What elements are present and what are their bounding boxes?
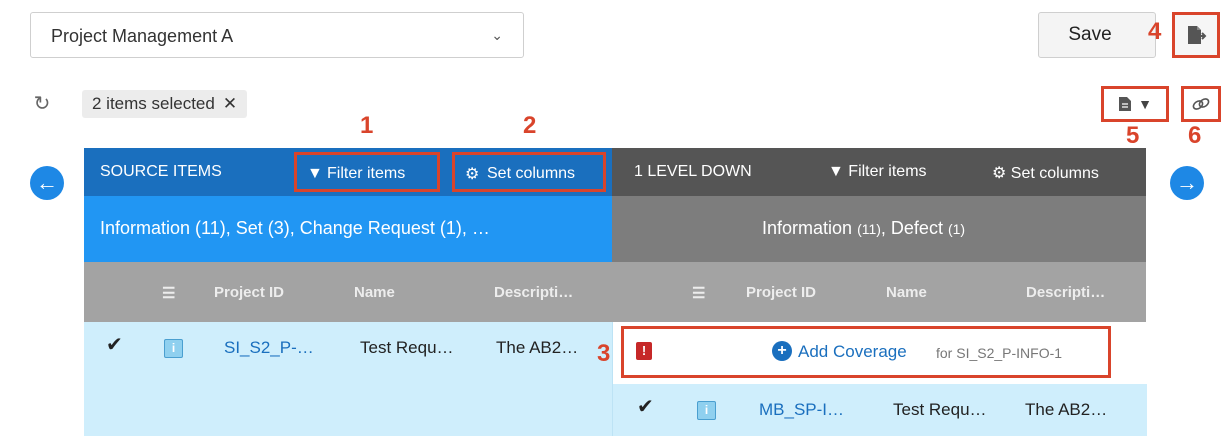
source-filter-label: Filter items <box>327 165 406 182</box>
add-coverage-link[interactable]: Add Coverage <box>798 342 907 362</box>
target-set-columns-label: Set columns <box>1010 165 1099 182</box>
table-row[interactable]: ✔ i MB_SP-I… Test Requ… The AB2… <box>613 384 1147 436</box>
source-filter-button[interactable]: ▼ Filter items <box>294 152 440 192</box>
previous-level-arrow-icon[interactable]: ← <box>30 166 64 200</box>
table-row[interactable]: ✔ i SI_S2_P-… Test Requ… The AB2… <box>84 322 612 374</box>
row-checkbox[interactable]: ✔ <box>637 397 655 417</box>
source-set-columns-button[interactable]: ⚙ Set columns <box>452 152 606 192</box>
callout-2: 2 <box>523 112 537 139</box>
plus-circle-icon: + <box>772 341 792 361</box>
source-summary-text: Information (11), Set (3), Change Reques… <box>100 218 490 238</box>
target-panel-header: 1 LEVEL DOWN ▼ Filter items ⚙ Set column… <box>612 148 1146 196</box>
warning-icon: ! <box>636 342 652 360</box>
target-summary-text: Information (11), Defect (1) <box>762 218 966 238</box>
refresh-icon[interactable]: ↻ <box>30 92 54 116</box>
callout-5: 5 <box>1126 122 1140 149</box>
target-type-summary: Information (11), Defect (1) <box>612 196 1146 262</box>
project-select[interactable]: Project Management A ⌄ <box>30 12 524 58</box>
export-button[interactable] <box>1172 12 1220 58</box>
source-set-columns-label: Set columns <box>487 165 576 182</box>
link-button[interactable] <box>1181 86 1221 122</box>
row-project-id[interactable]: SI_S2_P-… <box>224 338 314 358</box>
project-select-value: Project Management A <box>51 26 234 46</box>
link-icon <box>1192 98 1210 110</box>
row-name: Test Requ… <box>893 400 987 419</box>
clear-selection-icon[interactable]: ✕ <box>223 94 237 114</box>
target-set-columns-button[interactable]: ⚙ Set columns <box>992 163 1099 183</box>
column-description[interactable]: Descripti… <box>1026 284 1105 301</box>
target-column-header: ☰ Project ID Name Descripti… <box>612 262 1146 322</box>
target-filter-label: Filter items <box>848 163 927 180</box>
column-name[interactable]: Name <box>886 284 927 301</box>
row-description: The AB2… <box>496 338 579 357</box>
caret-down-icon: ▼ <box>1138 96 1152 112</box>
stack-icon: ☰ <box>692 285 706 302</box>
column-description[interactable]: Descripti… <box>494 284 573 301</box>
source-panel-header: SOURCE ITEMS ▼ Filter items ⚙ Set column… <box>84 148 612 196</box>
stack-icon: ☰ <box>162 285 176 302</box>
callout-1: 1 <box>360 112 374 139</box>
column-name[interactable]: Name <box>354 284 395 301</box>
filter-icon: ▼ <box>307 165 323 182</box>
next-level-arrow-icon[interactable]: → <box>1170 166 1204 200</box>
add-coverage-row[interactable]: ! + Add Coverage for SI_S2_P-INFO-1 <box>621 326 1111 378</box>
source-column-header: ☰ Project ID Name Descripti… <box>84 262 612 322</box>
selection-chip: 2 items selected ✕ <box>82 90 248 118</box>
row-project-id[interactable]: MB_SP-I… <box>759 400 844 420</box>
column-project-id[interactable]: Project ID <box>214 284 284 301</box>
gear-icon: ⚙ <box>465 166 480 183</box>
filter-icon: ▼ <box>828 163 844 180</box>
row-description: The AB2… <box>1025 400 1108 419</box>
information-item-icon: i <box>697 401 716 420</box>
document-icon <box>1119 97 1132 111</box>
column-project-id[interactable]: Project ID <box>746 284 816 301</box>
information-item-icon: i <box>164 339 183 358</box>
callout-6: 6 <box>1188 122 1202 149</box>
source-type-summary: Information (11), Set (3), Change Reques… <box>84 196 612 262</box>
callout-4: 4 <box>1148 18 1162 45</box>
gear-icon: ⚙ <box>992 165 1007 182</box>
row-name: Test Requ… <box>360 338 454 357</box>
source-panel-title: SOURCE ITEMS <box>100 163 222 180</box>
target-panel-title: 1 LEVEL DOWN <box>634 163 752 180</box>
target-filter-button[interactable]: ▼ Filter items <box>828 163 927 181</box>
view-options-button[interactable]: ▼ <box>1101 86 1169 122</box>
export-icon <box>1188 26 1207 44</box>
callout-3: 3 <box>597 340 611 367</box>
source-table-body: ✔ i SI_S2_P-… Test Requ… The AB2… <box>84 322 612 436</box>
save-button[interactable]: Save <box>1038 12 1156 58</box>
row-checkbox[interactable]: ✔ <box>106 335 124 355</box>
add-coverage-target: for SI_S2_P-INFO-1 <box>936 345 1063 361</box>
chevron-down-icon: ⌄ <box>491 27 503 43</box>
selection-label: 2 items selected <box>92 94 215 113</box>
target-table-body: ! + Add Coverage for SI_S2_P-INFO-1 ✔ i … <box>612 322 1147 436</box>
